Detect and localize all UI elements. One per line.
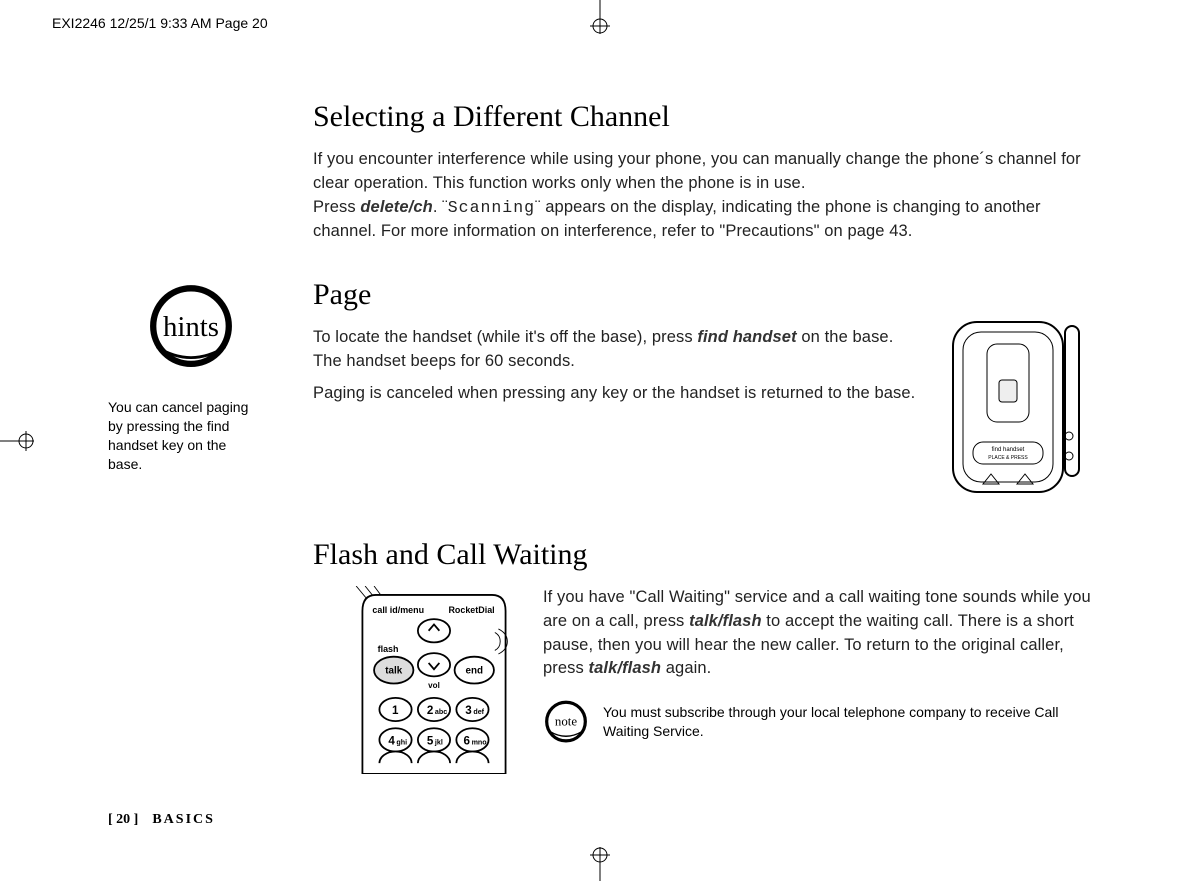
svg-text:RocketDial: RocketDial <box>448 605 494 615</box>
svg-text:find handset: find handset <box>992 447 1025 453</box>
svg-text:3: 3 <box>465 704 472 717</box>
note-badge-label: note <box>555 715 577 729</box>
svg-text:talk: talk <box>385 665 402 676</box>
svg-text:end: end <box>466 665 483 676</box>
handset-illustration: call id/menu RocketDial flash talk end v… <box>349 586 519 779</box>
svg-text:1: 1 <box>392 704 399 717</box>
svg-text:ghi: ghi <box>396 738 407 746</box>
svg-text:abc: abc <box>435 708 447 716</box>
note-badge-icon: note <box>543 699 589 745</box>
crop-mark-bottom <box>580 847 620 881</box>
body-flash: If you have "Call Waiting" service and a… <box>543 586 1093 682</box>
svg-text:flash: flash <box>378 644 399 654</box>
svg-text:2: 2 <box>427 704 433 717</box>
base-unit-illustration: find handset PLACE & PRESS <box>943 314 1093 504</box>
svg-text:mno: mno <box>472 738 488 746</box>
page-number: [ 20 ] <box>108 812 138 827</box>
body-select-channel: If you encounter interference while usin… <box>313 148 1093 244</box>
note-body: You must subscribe through your local te… <box>603 703 1093 741</box>
lcd-scanning: Scanning <box>448 198 535 217</box>
crop-mark-top <box>580 0 620 34</box>
body-page: To locate the handset (while it's off th… <box>313 326 919 406</box>
hints-badge-label: hints <box>163 311 219 343</box>
svg-text:def: def <box>473 708 484 716</box>
page-footer: [ 20 ] BASICS <box>108 812 215 828</box>
key-talk-flash-2: talk/flash <box>589 659 662 677</box>
section-label: BASICS <box>152 812 215 827</box>
svg-text:PLACE & PRESS: PLACE & PRESS <box>988 455 1028 461</box>
heading-page: Page <box>313 278 1093 312</box>
key-delete-ch: delete/ch <box>360 198 432 216</box>
key-talk-flash-1: talk/flash <box>689 612 762 630</box>
heading-select-channel: Selecting a Different Channel <box>313 100 1093 134</box>
heading-flash: Flash and Call Waiting <box>313 538 1093 572</box>
svg-text:4: 4 <box>388 734 395 747</box>
hints-badge-icon: hints <box>146 282 236 372</box>
crop-mark-left <box>0 421 34 461</box>
svg-text:6: 6 <box>464 734 471 747</box>
svg-text:call id/menu: call id/menu <box>372 605 424 615</box>
svg-text:vol: vol <box>428 681 440 690</box>
hints-body: You can cancel paging by pressing the fi… <box>108 398 263 474</box>
svg-text:5: 5 <box>427 734 434 747</box>
prepress-header: EXI2246 12/25/1 9:33 AM Page 20 <box>52 15 268 31</box>
key-find-handset: find handset <box>697 328 796 346</box>
svg-text:jkl: jkl <box>434 738 443 746</box>
